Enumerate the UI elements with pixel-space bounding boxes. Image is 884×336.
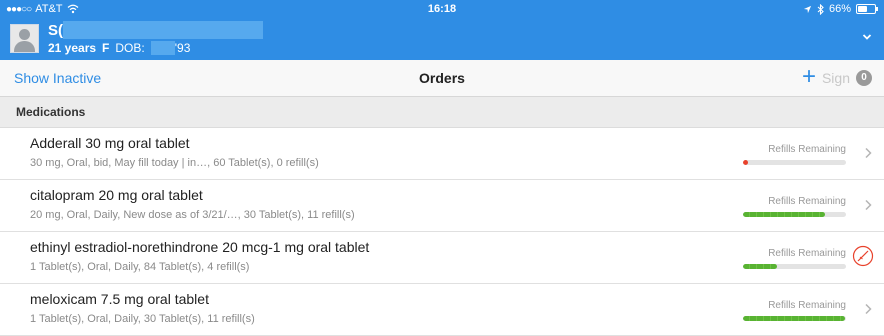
refills-remaining-label: Refills Remaining (768, 144, 846, 155)
medication-row[interactable]: citalopram 20 mg oral tablet 20 mg, Oral… (0, 180, 884, 232)
page-title: Orders (419, 70, 465, 86)
chevron-right-icon[interactable] (864, 147, 872, 159)
medication-detail: 1 Tablet(s), Oral, Daily, 84 Tablet(s), … (30, 261, 250, 273)
patient-avatar (10, 24, 39, 53)
show-inactive-button[interactable]: Show Inactive (14, 70, 101, 86)
status-time: 16:18 (427, 3, 457, 15)
patient-demographics: 21 years F DOB: '93 (48, 41, 190, 55)
patient-name: S( (48, 21, 263, 39)
bluetooth-icon (817, 3, 824, 15)
chevron-right-icon[interactable] (864, 303, 872, 315)
medication-row[interactable]: ethinyl estradiol-norethindrone 20 mcg-1… (0, 232, 884, 284)
refills-progress-bar (743, 264, 846, 269)
section-title: Medications (16, 105, 86, 119)
sign-button[interactable]: Sign (822, 70, 850, 86)
medication-name: meloxicam 7.5 mg oral tablet (30, 291, 209, 307)
medication-detail: 30 mg, Oral, bid, May fill today | in…, … (30, 157, 319, 169)
chevron-right-icon[interactable] (864, 199, 872, 211)
patient-age: 21 years (48, 41, 97, 55)
location-arrow-icon (803, 5, 812, 13)
patient-banner[interactable]: S( 21 years F DOB: '93 (0, 18, 884, 60)
refills-remaining-label: Refills Remaining (768, 300, 846, 311)
medication-detail: 20 mg, Oral, Daily, New dose as of 3/21/… (30, 209, 355, 221)
orders-nav-bar: Show Inactive Orders + Sign 0 (0, 60, 884, 97)
refills-progress-bar (743, 160, 846, 165)
add-order-button[interactable]: + (802, 63, 816, 91)
medication-name: Adderall 30 mg oral tablet (30, 135, 190, 151)
battery-icon (856, 4, 878, 14)
no-entry-icon[interactable] (852, 245, 874, 267)
medication-name: citalopram 20 mg oral tablet (30, 187, 203, 203)
medication-row[interactable]: Adderall 30 mg oral tablet 30 mg, Oral, … (0, 128, 884, 180)
dob-suffix: '93 (174, 41, 191, 55)
refills-progress-bar (743, 212, 846, 217)
dob-label: DOB: (115, 41, 145, 55)
refills-progress-bar (743, 316, 846, 321)
status-bar: ●●●○○ AT&T 16:18 66% (0, 0, 884, 18)
refills-remaining-label: Refills Remaining (768, 196, 846, 207)
battery-percent: 66% (828, 3, 851, 15)
redacted-name-block (63, 21, 263, 39)
redacted-dob-block (150, 41, 175, 55)
status-right: 66% (803, 3, 878, 15)
medication-row[interactable]: meloxicam 7.5 mg oral tablet 1 Tablet(s)… (0, 284, 884, 336)
patient-sex: F (102, 41, 110, 55)
patient-name-initials: S( (48, 21, 63, 39)
chevron-down-icon[interactable] (862, 32, 872, 42)
medications-section-header: Medications (0, 97, 884, 128)
medication-detail: 1 Tablet(s), Oral, Daily, 30 Tablet(s), … (30, 313, 255, 325)
medication-list: Adderall 30 mg oral tablet 30 mg, Oral, … (0, 128, 884, 336)
medication-name: ethinyl estradiol-norethindrone 20 mcg-1… (30, 239, 370, 255)
sign-count-badge: 0 (856, 70, 872, 86)
refills-remaining-label: Refills Remaining (768, 248, 846, 259)
